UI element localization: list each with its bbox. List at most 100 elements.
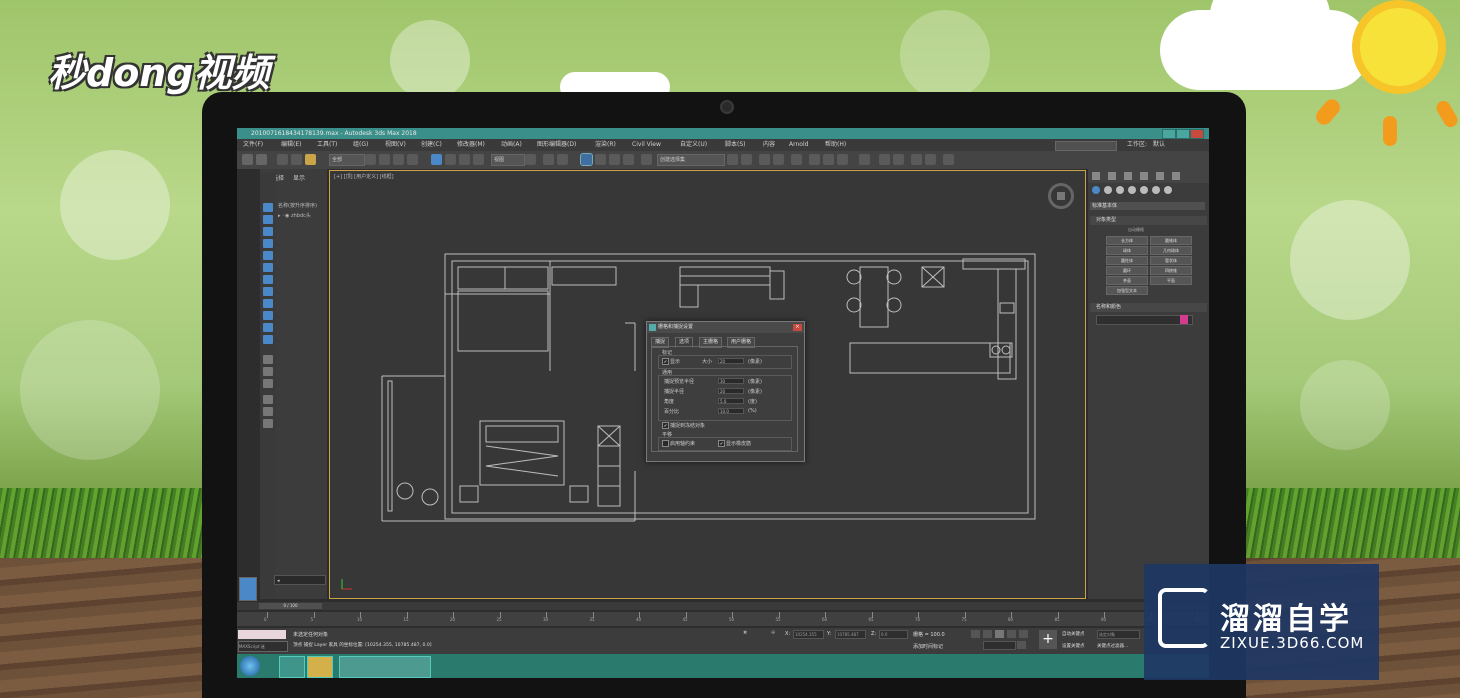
add-time-tag[interactable]: 添加时间标记	[913, 643, 943, 650]
unlink-icon[interactable]	[291, 154, 302, 165]
y-coordinate-field[interactable]: 10785.487	[835, 630, 866, 639]
utilities-tab-icon[interactable]	[1172, 172, 1180, 180]
maximize-button[interactable]	[1176, 129, 1190, 139]
auto-key-button[interactable]: 自动关键点	[1062, 631, 1085, 637]
maxscript-listener[interactable]	[238, 630, 286, 639]
render-in-cloud-icon[interactable]	[943, 154, 954, 165]
minimize-button[interactable]	[1162, 129, 1176, 139]
display-all-icon[interactable]	[263, 355, 273, 364]
display-lights-icon[interactable]	[263, 227, 273, 236]
toggle-scene-explorer-icon[interactable]	[759, 154, 770, 165]
schematic-view-icon[interactable]	[823, 154, 834, 165]
current-frame-field[interactable]	[983, 641, 1016, 650]
marker-size-spinner[interactable]: 20	[718, 358, 744, 364]
teapot-button[interactable]: 茶壶	[1106, 276, 1148, 285]
named-selection-dropdown[interactable]: 创建选择集	[657, 154, 725, 166]
menu-graph-editors[interactable]: 图形编辑器(D)	[537, 139, 576, 151]
menu-modifiers[interactable]: 修改器(M)	[457, 139, 485, 151]
display-none-icon[interactable]	[263, 367, 273, 376]
menu-create[interactable]: 创建(C)	[421, 139, 442, 151]
dialog-close-button[interactable]: ×	[793, 324, 802, 331]
pivot-icon[interactable]	[525, 154, 536, 165]
angle-snap-icon[interactable]	[595, 154, 606, 165]
viewport-layout-tab[interactable]	[239, 577, 257, 601]
show-rubber-band-checkbox[interactable]: ✔	[718, 440, 725, 447]
select-manipulate-icon[interactable]	[543, 154, 554, 165]
mirror-icon[interactable]	[727, 154, 738, 165]
display-cameras-icon[interactable]	[263, 239, 273, 248]
plane-button[interactable]: 平面	[1150, 276, 1192, 285]
display-helpers-icon[interactable]	[263, 251, 273, 260]
pyramid-button[interactable]: 四棱锥	[1150, 266, 1192, 275]
undo-icon[interactable]	[242, 154, 253, 165]
start-button-icon[interactable]	[240, 656, 260, 676]
rect-selection-icon[interactable]	[393, 154, 404, 165]
menu-arnold[interactable]: Arnold	[789, 139, 808, 151]
cylinder-button[interactable]: 圆柱体	[1106, 256, 1148, 265]
key-filters-button[interactable]: 关键点过滤器...	[1097, 643, 1128, 649]
workspace-value[interactable]: 默认	[1153, 139, 1165, 151]
percent-spinner[interactable]: 10.0	[718, 408, 744, 414]
align-icon[interactable]	[741, 154, 752, 165]
curve-editor-icon[interactable]	[809, 154, 820, 165]
redo-icon[interactable]	[256, 154, 267, 165]
bind-spacewarp-icon[interactable]	[305, 154, 316, 165]
toggle-layer-explorer-icon[interactable]	[773, 154, 784, 165]
render-setup-icon[interactable]	[859, 154, 870, 165]
select-object-icon[interactable]	[365, 154, 376, 165]
spacewarps-icon[interactable]	[1152, 186, 1160, 194]
next-frame-icon[interactable]	[1007, 630, 1016, 638]
geometry-icon[interactable]	[1092, 186, 1100, 194]
menu-animation[interactable]: 动画(A)	[501, 139, 522, 151]
scene-explorer-scrollbar[interactable]: ◂	[274, 575, 326, 585]
time-slider-thumb[interactable]: 0 / 100	[259, 603, 322, 609]
display-invert-icon[interactable]	[263, 379, 273, 388]
scene-column-header[interactable]: 名称(按升序排序)	[278, 202, 317, 209]
link-icon[interactable]	[277, 154, 288, 165]
move-icon[interactable]	[431, 154, 442, 165]
time-config-icon[interactable]	[1017, 641, 1026, 649]
display-geometry-icon[interactable]	[263, 203, 273, 212]
viewport-top[interactable]: [+] [顶] [用户定义] [线框] 栅格和捕捉设置 × 捕捉 选项 主栅格 …	[329, 170, 1086, 599]
display-groups-icon[interactable]	[263, 275, 273, 284]
menu-views[interactable]: 视图(V)	[385, 139, 406, 151]
render-activeshade-icon[interactable]	[925, 154, 936, 165]
display-shapes-icon[interactable]	[263, 215, 273, 224]
display-containers-icon[interactable]	[263, 311, 273, 320]
create-tab-icon[interactable]	[1092, 172, 1100, 180]
display-frozen-icon[interactable]	[263, 323, 273, 332]
selection-filter-dropdown[interactable]: 全部	[329, 154, 365, 166]
menu-customize[interactable]: 自定义(U)	[680, 139, 707, 151]
display-spacewarps-icon[interactable]	[263, 263, 273, 272]
display-xrefs-icon[interactable]	[263, 287, 273, 296]
shapes-icon[interactable]	[1104, 186, 1112, 194]
close-button[interactable]	[1190, 129, 1204, 139]
play-icon[interactable]	[995, 630, 1004, 638]
snap-radius-spinner[interactable]: 20	[718, 388, 744, 394]
track-bar[interactable]: 0510152025303540455055606570758085909510…	[237, 612, 1209, 626]
menu-group[interactable]: 组(G)	[353, 139, 368, 151]
geosphere-button[interactable]: 几何球体	[1150, 246, 1192, 255]
cone-button[interactable]: 圆锥体	[1150, 236, 1192, 245]
render-production-icon[interactable]	[893, 154, 904, 165]
tube-button[interactable]: 管状体	[1150, 256, 1192, 265]
keyboard-shortcut-icon[interactable]	[557, 154, 568, 165]
window-crossing-icon[interactable]	[407, 154, 418, 165]
toggle-ribbon-icon[interactable]	[791, 154, 802, 165]
angle-spinner[interactable]: 5.0	[718, 398, 744, 404]
percent-snap-icon[interactable]	[609, 154, 620, 165]
menu-content[interactable]: 内容	[763, 139, 775, 151]
object-color-swatch[interactable]	[1180, 315, 1188, 324]
helpers-icon[interactable]	[1140, 186, 1148, 194]
z-coordinate-field[interactable]: 0.0	[879, 630, 908, 639]
object-name-field[interactable]	[1096, 315, 1193, 325]
taskbar-3dsmax-icon[interactable]	[279, 656, 305, 678]
goto-end-icon[interactable]	[1019, 630, 1028, 638]
menu-tools[interactable]: 工具(T)	[317, 139, 337, 151]
menu-help[interactable]: 帮助(H)	[825, 139, 846, 151]
box-button[interactable]: 长方体	[1106, 236, 1148, 245]
menu-rendering[interactable]: 渲染(R)	[595, 139, 616, 151]
select-by-name-icon[interactable]	[379, 154, 390, 165]
taskbar-app-icon[interactable]	[339, 656, 431, 678]
motion-tab-icon[interactable]	[1140, 172, 1148, 180]
